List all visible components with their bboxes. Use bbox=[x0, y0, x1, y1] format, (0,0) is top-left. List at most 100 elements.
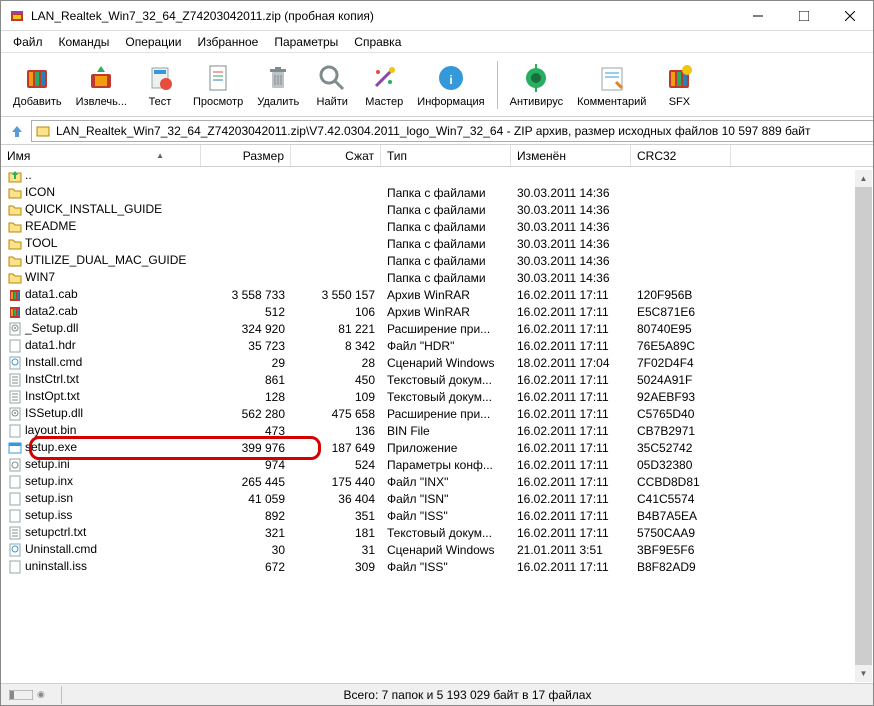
file-name: QUICK_INSTALL_GUIDE bbox=[25, 202, 162, 216]
file-row[interactable]: READMEПапка с файлами30.03.2011 14:36 bbox=[1, 218, 873, 235]
up-button[interactable] bbox=[7, 121, 27, 141]
file-size: 265 445 bbox=[201, 475, 291, 489]
file-row[interactable]: setupctrl.txt321181Текстовый докум...16.… bbox=[1, 524, 873, 541]
file-type: Текстовый докум... bbox=[381, 390, 511, 404]
file-row[interactable]: .. bbox=[1, 167, 873, 184]
file-row[interactable]: _Setup.dll324 92081 221Расширение при...… bbox=[1, 320, 873, 337]
file-size: 892 bbox=[201, 509, 291, 523]
file-modified: 16.02.2011 17:11 bbox=[511, 390, 631, 404]
scroll-up-button[interactable]: ▲ bbox=[855, 170, 872, 187]
folder-icon bbox=[7, 253, 23, 269]
file-row[interactable]: Uninstall.cmd3031Сценарий Windows21.01.2… bbox=[1, 541, 873, 558]
file-size: 321 bbox=[201, 526, 291, 540]
dll-icon bbox=[7, 406, 23, 422]
toolbar-find-button[interactable]: Найти bbox=[307, 60, 357, 110]
folder-icon bbox=[7, 202, 23, 218]
file-row[interactable]: setup.isn41 05936 404Файл "ISN"16.02.201… bbox=[1, 490, 873, 507]
addressbar: ▼ bbox=[1, 117, 873, 145]
file-size: 324 920 bbox=[201, 322, 291, 336]
maximize-button[interactable] bbox=[781, 1, 827, 31]
file-row[interactable]: ICONПапка с файлами30.03.2011 14:36 bbox=[1, 184, 873, 201]
file-row[interactable]: setup.exe399 976187 649Приложение16.02.2… bbox=[1, 439, 873, 456]
file-packed: 136 bbox=[291, 424, 381, 438]
file-icon bbox=[7, 338, 23, 354]
menu-file[interactable]: Файл bbox=[5, 33, 51, 51]
statusbar: ◉ Всего: 7 папок и 5 193 029 байт в 17 ф… bbox=[1, 683, 873, 705]
scroll-thumb[interactable] bbox=[855, 187, 872, 665]
sfx-icon bbox=[663, 62, 695, 94]
file-row[interactable]: setup.inx265 445175 440Файл "INX"16.02.2… bbox=[1, 473, 873, 490]
column-header-type[interactable]: Тип bbox=[381, 145, 511, 166]
toolbar-comment-button[interactable]: Комментарий bbox=[571, 60, 652, 110]
file-row[interactable]: setup.ini974524Параметры конф...16.02.20… bbox=[1, 456, 873, 473]
file-type: Текстовый докум... bbox=[381, 373, 511, 387]
wizard-icon bbox=[368, 62, 400, 94]
file-row[interactable]: TOOLПапка с файлами30.03.2011 14:36 bbox=[1, 235, 873, 252]
folder-icon bbox=[7, 219, 23, 235]
svg-text:i: i bbox=[449, 73, 452, 87]
file-packed: 106 bbox=[291, 305, 381, 319]
file-size: 672 bbox=[201, 560, 291, 574]
titlebar[interactable]: LAN_Realtek_Win7_32_64_Z74203042011.zip … bbox=[1, 1, 873, 31]
minimize-button[interactable] bbox=[735, 1, 781, 31]
toolbar-test-button[interactable]: Тест bbox=[135, 60, 185, 110]
info-icon: i bbox=[435, 62, 467, 94]
dll-icon bbox=[7, 321, 23, 337]
file-row[interactable]: data2.cab512106Архив WinRAR16.02.2011 17… bbox=[1, 303, 873, 320]
close-button[interactable] bbox=[827, 1, 873, 31]
menu-commands[interactable]: Команды bbox=[51, 33, 118, 51]
vertical-scrollbar[interactable]: ▲ ▼ bbox=[855, 170, 872, 682]
toolbar-delete-button[interactable]: Удалить bbox=[251, 60, 305, 110]
file-row[interactable]: setup.iss892351Файл "ISS"16.02.2011 17:1… bbox=[1, 507, 873, 524]
file-packed: 187 649 bbox=[291, 441, 381, 455]
file-row[interactable]: InstOpt.txt128109Текстовый докум...16.02… bbox=[1, 388, 873, 405]
menu-options[interactable]: Параметры bbox=[266, 33, 346, 51]
toolbar-extract-button[interactable]: Извлечь... bbox=[70, 60, 133, 110]
file-row[interactable]: ISSetup.dll562 280475 658Расширение при.… bbox=[1, 405, 873, 422]
toolbar-info-button[interactable]: i Информация bbox=[411, 60, 490, 110]
toolbar-virus-button[interactable]: Антивирус bbox=[504, 60, 569, 110]
file-type: Файл "ISS" bbox=[381, 509, 511, 523]
file-modified: 30.03.2011 14:36 bbox=[511, 186, 631, 200]
progress-indicator-icon bbox=[9, 690, 33, 700]
column-header-modified[interactable]: Изменён bbox=[511, 145, 631, 166]
menu-favorites[interactable]: Избранное bbox=[190, 33, 267, 51]
file-size: 3 558 733 bbox=[201, 288, 291, 302]
disk-icon: ◉ bbox=[37, 689, 45, 700]
cmd-icon bbox=[7, 542, 23, 558]
file-crc: 7F02D4F4 bbox=[631, 356, 731, 370]
column-header-packed[interactable]: Сжат bbox=[291, 145, 381, 166]
column-header-size[interactable]: Размер bbox=[201, 145, 291, 166]
file-row[interactable]: data1.hdr35 7238 342Файл "HDR"16.02.2011… bbox=[1, 337, 873, 354]
file-icon bbox=[7, 474, 23, 490]
menu-help[interactable]: Справка bbox=[346, 33, 409, 51]
address-input[interactable] bbox=[31, 120, 874, 142]
file-row[interactable]: UTILIZE_DUAL_MAC_GUIDEПапка с файлами30.… bbox=[1, 252, 873, 269]
exe-icon bbox=[7, 440, 23, 456]
toolbar-wizard-button[interactable]: Мастер bbox=[359, 60, 409, 110]
toolbar: Добавить Извлечь... Тест Просмотр Удалит… bbox=[1, 53, 873, 117]
file-row[interactable]: Install.cmd2928Сценарий Windows18.02.201… bbox=[1, 354, 873, 371]
file-packed: 36 404 bbox=[291, 492, 381, 506]
file-modified: 16.02.2011 17:11 bbox=[511, 441, 631, 455]
toolbar-sfx-button[interactable]: SFX bbox=[654, 60, 704, 110]
scroll-down-button[interactable]: ▼ bbox=[855, 665, 872, 682]
column-header-name[interactable]: Имя▲ bbox=[1, 145, 201, 166]
menu-operations[interactable]: Операции bbox=[117, 33, 189, 51]
file-row[interactable]: layout.bin473136BIN File16.02.2011 17:11… bbox=[1, 422, 873, 439]
file-row[interactable]: data1.cab3 558 7333 550 157Архив WinRAR1… bbox=[1, 286, 873, 303]
file-list-body[interactable]: ..ICONПапка с файлами30.03.2011 14:36QUI… bbox=[1, 167, 873, 575]
file-row[interactable]: uninstall.iss672309Файл "ISS"16.02.2011 … bbox=[1, 558, 873, 575]
file-icon bbox=[7, 559, 23, 575]
file-crc: 3BF9E5F6 bbox=[631, 543, 731, 557]
file-row[interactable]: QUICK_INSTALL_GUIDEПапка с файлами30.03.… bbox=[1, 201, 873, 218]
toolbar-view-button[interactable]: Просмотр bbox=[187, 60, 249, 110]
file-row[interactable]: WIN7Папка с файлами30.03.2011 14:36 bbox=[1, 269, 873, 286]
toolbar-add-button[interactable]: Добавить bbox=[7, 60, 68, 110]
column-header-crc[interactable]: CRC32 bbox=[631, 145, 731, 166]
file-name: setupctrl.txt bbox=[25, 525, 86, 539]
file-crc: 76E5A89C bbox=[631, 339, 731, 353]
file-row[interactable]: InstCtrl.txt861450Текстовый докум...16.0… bbox=[1, 371, 873, 388]
file-modified: 30.03.2011 14:36 bbox=[511, 254, 631, 268]
file-size: 562 280 bbox=[201, 407, 291, 421]
